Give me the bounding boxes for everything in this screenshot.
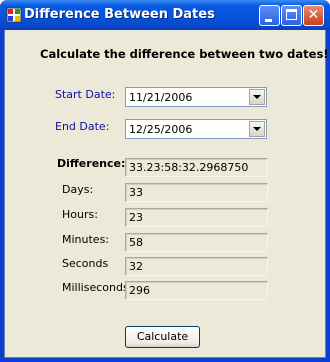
milliseconds-field[interactable]: 296 xyxy=(125,281,268,300)
difference-value: 33.23:58:32.2968750 xyxy=(129,161,249,174)
milliseconds-value: 296 xyxy=(129,284,150,297)
end-date-value: 12/25/2006 xyxy=(129,123,193,136)
app-window: Difference Between Dates ✕ Calculate the… xyxy=(0,0,330,362)
start-date-value: 11/21/2006 xyxy=(129,91,193,104)
chevron-down-icon xyxy=(253,95,261,99)
window-title: Difference Between Dates xyxy=(24,7,215,22)
end-date-picker[interactable]: 12/25/2006 xyxy=(125,119,267,139)
close-icon: ✕ xyxy=(307,7,320,23)
seconds-field[interactable]: 32 xyxy=(125,257,268,276)
minimize-icon xyxy=(265,19,272,22)
form-heading: Calculate the difference between two dat… xyxy=(40,47,329,61)
hours-label: Hours: xyxy=(62,208,98,221)
seconds-value: 32 xyxy=(129,260,143,273)
minimize-button[interactable] xyxy=(259,5,280,26)
hours-value: 23 xyxy=(129,211,143,224)
start-date-dropdown-button[interactable] xyxy=(249,89,265,105)
end-date-dropdown-button[interactable] xyxy=(249,121,265,137)
minutes-label: Minutes: xyxy=(62,233,110,246)
start-date-label: Start Date: xyxy=(55,88,116,101)
hours-field[interactable]: 23 xyxy=(125,208,268,227)
chevron-down-icon xyxy=(253,127,261,131)
difference-field[interactable]: 33.23:58:32.2968750 xyxy=(125,158,268,177)
maximize-icon xyxy=(286,9,297,20)
days-value: 33 xyxy=(129,186,143,199)
maximize-button[interactable] xyxy=(281,5,302,26)
form-client-area: Calculate the difference between two dat… xyxy=(4,30,329,358)
close-button[interactable]: ✕ xyxy=(303,5,324,26)
milliseconds-label: Milliseconds: xyxy=(62,281,133,294)
seconds-label: Seconds xyxy=(62,257,109,270)
difference-label: Difference: xyxy=(57,157,126,170)
app-window-icon xyxy=(6,7,22,23)
minutes-value: 58 xyxy=(129,236,143,249)
minutes-field[interactable]: 58 xyxy=(125,233,268,252)
start-date-picker[interactable]: 11/21/2006 xyxy=(125,87,267,107)
title-bar[interactable]: Difference Between Dates ✕ xyxy=(0,0,330,30)
days-label: Days: xyxy=(62,183,94,196)
calculate-button[interactable]: Calculate xyxy=(125,326,200,348)
days-field[interactable]: 33 xyxy=(125,183,268,202)
end-date-label: End Date: xyxy=(55,120,110,133)
